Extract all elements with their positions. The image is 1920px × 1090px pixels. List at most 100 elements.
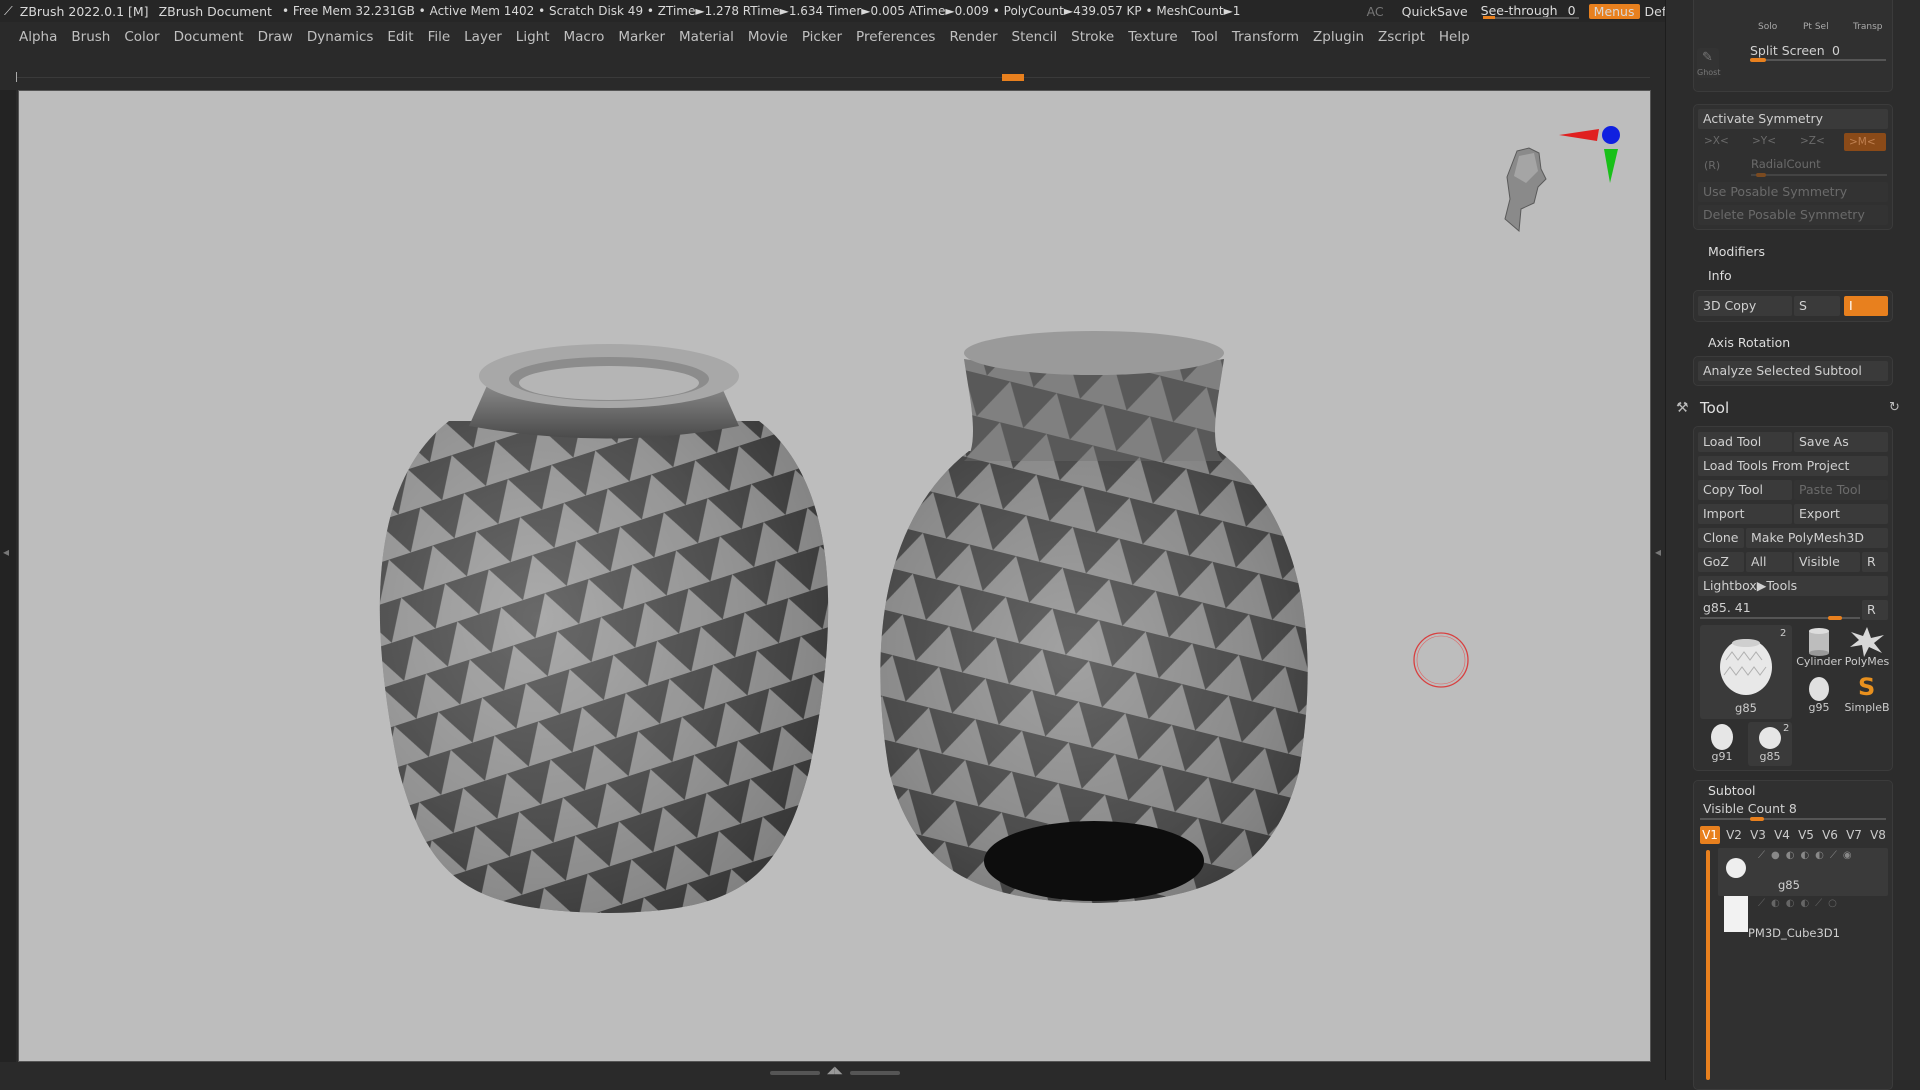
view-v1-button[interactable]: V1 bbox=[1700, 826, 1720, 844]
save-as-button[interactable]: Save As bbox=[1794, 432, 1888, 452]
menu-zplugin[interactable]: Zplugin bbox=[1306, 29, 1371, 45]
menu-zscript[interactable]: Zscript bbox=[1371, 29, 1432, 45]
pt-sel-label[interactable]: Pt Sel bbox=[1803, 22, 1829, 32]
left-vase-model[interactable] bbox=[379, 344, 829, 913]
goz-visible-button[interactable]: Visible bbox=[1794, 552, 1860, 572]
solo-label[interactable]: Solo bbox=[1758, 22, 1777, 32]
tool-palette-icon[interactable]: ⚒ bbox=[1676, 400, 1689, 416]
current-tool-r-button[interactable]: R bbox=[1862, 600, 1888, 620]
ghost-button[interactable]: ✎ Ghost bbox=[1697, 48, 1720, 78]
menu-movie[interactable]: Movie bbox=[741, 29, 795, 45]
use-posable-symmetry-button[interactable]: Use Posable Symmetry bbox=[1698, 182, 1888, 202]
tool-thumb-g85-small[interactable]: 2 g85 bbox=[1748, 722, 1792, 766]
lightbox-tools-button[interactable]: Lightbox▶Tools bbox=[1698, 576, 1888, 596]
menu-document[interactable]: Document bbox=[167, 29, 251, 45]
copy-s-button[interactable]: S bbox=[1794, 296, 1840, 316]
expand-right-tray-icon[interactable]: ◂ bbox=[1655, 545, 1661, 559]
radial-r-button[interactable]: (R) bbox=[1704, 159, 1720, 172]
sym-z-button[interactable]: >Z< bbox=[1800, 135, 1825, 147]
navigation-gizmo[interactable] bbox=[1504, 126, 1620, 233]
activate-symmetry-button[interactable]: Activate Symmetry bbox=[1698, 109, 1888, 129]
left-tray[interactable]: ◂ bbox=[0, 90, 16, 1062]
subtool-item-g85[interactable]: ⟋●◐◐◐⟋◉ g85 bbox=[1718, 848, 1888, 896]
menu-transform[interactable]: Transform bbox=[1225, 29, 1306, 45]
visible-count-label[interactable]: Visible Count 8 bbox=[1703, 801, 1797, 816]
menu-macro[interactable]: Macro bbox=[557, 29, 612, 45]
current-tool-slider[interactable] bbox=[1828, 616, 1842, 620]
right-tray-divider[interactable]: ◂ bbox=[1653, 90, 1665, 1062]
modifiers-header[interactable]: Modifiers bbox=[1708, 244, 1765, 259]
subtool-scrollbar[interactable] bbox=[1706, 850, 1710, 1080]
3d-copy-button[interactable]: 3D Copy bbox=[1698, 296, 1792, 316]
menu-picker[interactable]: Picker bbox=[795, 29, 849, 45]
menu-dynamics[interactable]: Dynamics bbox=[300, 29, 381, 45]
radial-count-label[interactable]: RadialCount bbox=[1751, 157, 1821, 171]
tool-thumb-g85-large[interactable]: 2 g85 bbox=[1700, 625, 1792, 719]
menu-help[interactable]: Help bbox=[1432, 29, 1477, 45]
quicksave-button[interactable]: QuickSave bbox=[1397, 4, 1473, 19]
info-header[interactable]: Info bbox=[1708, 268, 1732, 283]
tool-thumb-polymesh[interactable]: PolyMes bbox=[1844, 625, 1890, 671]
load-tools-from-project-button[interactable]: Load Tools From Project bbox=[1698, 456, 1888, 476]
goz-r-button[interactable]: R bbox=[1862, 552, 1888, 572]
subtool-item-pm3d-cube[interactable]: ⟋◐◐◐⟋○ PM3D_Cube3D1 bbox=[1718, 896, 1888, 942]
tool-thumb-cylinder[interactable]: Cylinder bbox=[1796, 625, 1842, 671]
gizmo-x-axis[interactable] bbox=[1559, 129, 1599, 141]
sym-x-button[interactable]: >X< bbox=[1704, 135, 1729, 147]
timeline-marker[interactable] bbox=[1002, 74, 1024, 81]
expand-left-tray-icon[interactable]: ◂ bbox=[3, 545, 9, 559]
menu-stencil[interactable]: Stencil bbox=[1005, 29, 1065, 45]
menu-texture[interactable]: Texture bbox=[1121, 29, 1184, 45]
delete-posable-symmetry-button[interactable]: Delete Posable Symmetry bbox=[1698, 205, 1888, 225]
menu-alpha[interactable]: Alpha bbox=[12, 29, 64, 45]
visible-count-slider[interactable] bbox=[1750, 817, 1764, 821]
view-v2-button[interactable]: V2 bbox=[1724, 826, 1744, 844]
bottom-tray-handle[interactable]: ◢◣ bbox=[770, 1065, 900, 1078]
subtool-toggle-icons[interactable]: ⟋●◐◐◐⟋◉ bbox=[1758, 850, 1858, 861]
subtool-toggle-icons[interactable]: ⟋◐◐◐⟋○ bbox=[1758, 898, 1843, 909]
analyze-selected-subtool-button[interactable]: Analyze Selected Subtool bbox=[1698, 361, 1888, 381]
view-v8-button[interactable]: V8 bbox=[1868, 826, 1888, 844]
export-button[interactable]: Export bbox=[1794, 504, 1888, 524]
import-button[interactable]: Import bbox=[1698, 504, 1792, 524]
see-through-slider[interactable]: See-through 0 bbox=[1481, 3, 1581, 19]
tool-thumb-g91[interactable]: g91 bbox=[1700, 722, 1744, 766]
menu-render[interactable]: Render bbox=[942, 29, 1004, 45]
ac-label[interactable]: AC bbox=[1362, 4, 1389, 19]
view-v5-button[interactable]: V5 bbox=[1796, 826, 1816, 844]
menu-draw[interactable]: Draw bbox=[251, 29, 300, 45]
tool-thumb-simplebrush[interactable]: S SimpleB bbox=[1844, 673, 1890, 719]
goz-all-button[interactable]: All bbox=[1746, 552, 1792, 572]
menu-color[interactable]: Color bbox=[117, 29, 166, 45]
split-screen-label[interactable]: Split Screen bbox=[1750, 43, 1825, 58]
menu-stroke[interactable]: Stroke bbox=[1064, 29, 1121, 45]
view-v6-button[interactable]: V6 bbox=[1820, 826, 1840, 844]
sym-y-button[interactable]: >Y< bbox=[1752, 135, 1776, 147]
tool-thumb-g95[interactable]: g95 bbox=[1796, 673, 1842, 719]
radial-count-slider[interactable] bbox=[1756, 173, 1766, 177]
make-polymesh3d-button[interactable]: Make PolyMesh3D bbox=[1746, 528, 1888, 548]
timeline-ruler[interactable] bbox=[16, 72, 1650, 82]
menus-toggle[interactable]: Menus bbox=[1588, 3, 1640, 19]
menu-file[interactable]: File bbox=[421, 29, 458, 45]
subtool-header[interactable]: Subtool bbox=[1708, 783, 1755, 798]
view-v3-button[interactable]: V3 bbox=[1748, 826, 1768, 844]
menu-brush[interactable]: Brush bbox=[64, 29, 117, 45]
copy-i-button[interactable]: I bbox=[1844, 296, 1888, 316]
tool-palette-title[interactable]: Tool bbox=[1700, 399, 1729, 417]
menu-edit[interactable]: Edit bbox=[380, 29, 420, 45]
tool-palette-reset-icon[interactable]: ↻ bbox=[1889, 400, 1900, 415]
view-v4-button[interactable]: V4 bbox=[1772, 826, 1792, 844]
menu-light[interactable]: Light bbox=[509, 29, 557, 45]
sym-m-button[interactable]: >M< bbox=[1844, 133, 1886, 151]
copy-tool-button[interactable]: Copy Tool bbox=[1698, 480, 1792, 500]
split-screen-slider[interactable] bbox=[1750, 58, 1766, 62]
gizmo-z-axis[interactable] bbox=[1602, 126, 1620, 144]
right-vase-model[interactable] bbox=[880, 331, 1308, 903]
goz-button[interactable]: GoZ bbox=[1698, 552, 1744, 572]
gizmo-y-axis[interactable] bbox=[1604, 149, 1618, 183]
menu-material[interactable]: Material bbox=[672, 29, 741, 45]
menu-tool[interactable]: Tool bbox=[1185, 29, 1225, 45]
clone-button[interactable]: Clone bbox=[1698, 528, 1744, 548]
menu-marker[interactable]: Marker bbox=[611, 29, 672, 45]
